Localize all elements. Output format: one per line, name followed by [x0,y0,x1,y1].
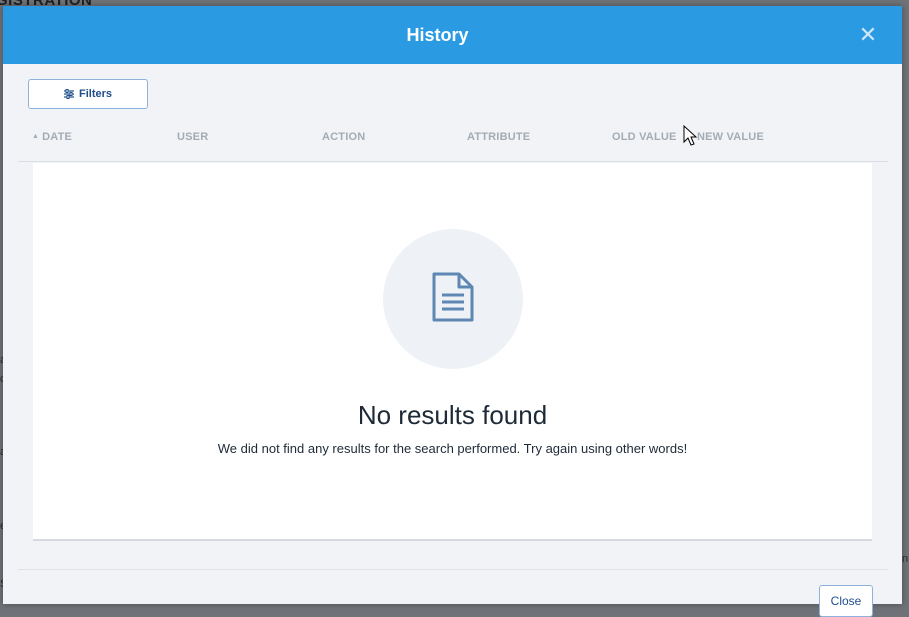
document-icon [431,271,475,328]
column-header-action[interactable]: ACTION [322,131,365,143]
filters-label: Filters [78,88,112,100]
table-header: ▲ DATE USER ACTION ATTRIBUTE OLD VALUE NE… [18,124,888,162]
filters-button[interactable]: Filters [28,79,148,109]
close-button[interactable]: Close [819,585,873,617]
sliders-icon [63,89,74,99]
column-header-user[interactable]: USER [177,131,208,143]
column-header-attribute[interactable]: ATTRIBUTE [467,131,530,143]
column-header-date[interactable]: ▲ DATE [32,131,72,143]
empty-state-message: We did not find any results for the sear… [217,441,688,456]
empty-state-illustration [383,229,523,369]
history-modal: History ✕ Filters ▲ DATE USER ACTION ATTR… [3,6,902,617]
footer-divider [18,569,888,570]
sort-ascending-icon: ▲ [32,133,40,140]
empty-state-title: No results found [357,400,548,430]
column-header-old-value[interactable]: OLD VALUE [612,131,677,143]
modal-title: History [406,24,469,45]
column-header-new-value[interactable]: NEW VALUE [697,131,764,143]
mouse-cursor-icon [683,124,698,152]
background-text-fragment: n [902,553,909,565]
empty-results-card: No results found We did not find any res… [33,163,872,541]
modal-header: History ✕ [3,6,902,64]
close-icon[interactable]: ✕ [856,23,880,47]
